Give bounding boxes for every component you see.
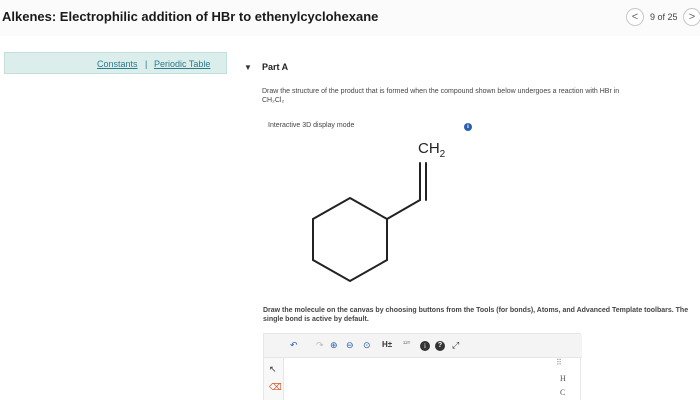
redo-icon[interactable]: ↷: [316, 340, 324, 351]
part-collapse-icon[interactable]: ▼: [244, 63, 252, 72]
left-toolbar: ↖ ⌫: [264, 358, 284, 400]
hydrogen-toggle-button[interactable]: H±: [382, 340, 392, 349]
select-tool-icon[interactable]: ↖: [269, 364, 277, 375]
atoms-toolbar: ⠿ H C: [556, 352, 576, 400]
atom-h-button[interactable]: H: [560, 374, 566, 383]
page-title: Alkenes: Electrophilic addition of HBr t…: [2, 9, 379, 24]
periodic-table-link[interactable]: Periodic Table: [154, 59, 210, 69]
question-text: Draw the structure of the product that i…: [262, 88, 620, 95]
help-icon[interactable]: ?: [435, 341, 445, 351]
isotope-button[interactable]: ¹²⁰: [403, 340, 410, 348]
page-counter: 9 of 25: [650, 12, 678, 22]
toolbar-info-icon[interactable]: i: [420, 341, 430, 351]
cyclohexane-ring: [312, 196, 388, 283]
instructions-text: Draw the molecule on the canvas by choos…: [263, 307, 689, 323]
atom-c-button[interactable]: C: [560, 388, 565, 397]
info-icon[interactable]: i: [464, 123, 472, 131]
zoom-out-icon[interactable]: ⊖: [346, 340, 354, 351]
grid-icon[interactable]: ⠿: [556, 358, 562, 367]
next-button[interactable]: >: [683, 8, 700, 26]
part-title: Part A: [262, 62, 289, 72]
previous-button[interactable]: <: [626, 8, 644, 26]
undo-icon[interactable]: ↶: [290, 340, 298, 351]
drawing-canvas[interactable]: ↶ ↷ ⊕ ⊖ ⊙ H± ¹²⁰ i ? ⤢ ↖ ⌫: [263, 333, 582, 400]
display-mode-label: Interactive 3D display mode: [268, 122, 355, 129]
constants-link[interactable]: Constants: [97, 59, 138, 69]
header-bar: Alkenes: Electrophilic addition of HBr t…: [0, 0, 700, 36]
bond-to-vinyl: [386, 199, 421, 220]
zoom-in-icon[interactable]: ⊕: [330, 340, 338, 351]
expand-icon[interactable]: ⤢: [452, 340, 459, 351]
resources-separator: |: [145, 59, 148, 69]
eraser-icon[interactable]: ⌫: [269, 382, 282, 393]
canvas-toolbar: ↶ ↷ ⊕ ⊖ ⊙ H± ¹²⁰ i ? ⤢: [264, 334, 582, 358]
ch2-label: CH2: [418, 140, 446, 160]
solvent-text: CH₂Cl₂: [262, 97, 285, 104]
resources-bar: Constants | Periodic Table: [4, 52, 227, 74]
fit-icon[interactable]: ⊙: [363, 340, 371, 351]
